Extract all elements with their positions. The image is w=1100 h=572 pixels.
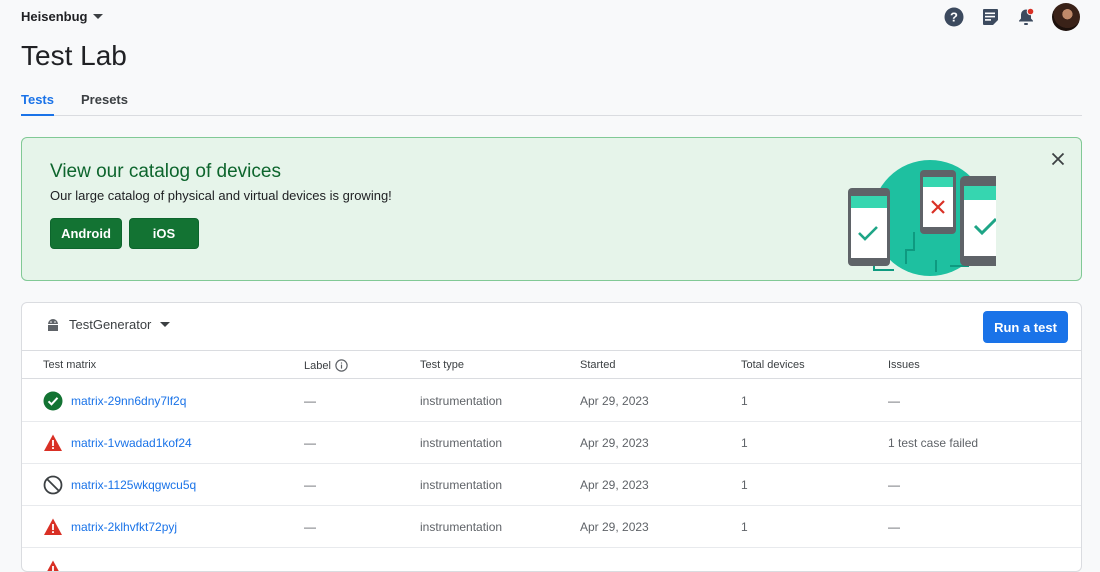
cancelled-block-icon [43,475,63,495]
run-test-button[interactable]: Run a test [983,311,1068,343]
label-cell: — [304,520,316,534]
matrix-link[interactable]: matrix-1125wkqgwcu5q [71,478,196,492]
chevron-down-icon [160,322,171,327]
test-matrices-card: TestGenerator Run a test Test matrix Lab… [21,302,1082,572]
matrix-link[interactable]: matrix-29nn6dny7lf2q [71,394,186,408]
banner-subtitle: Our large catalog of physical and virtua… [50,188,392,203]
column-header-matrix[interactable]: Test matrix [43,359,96,371]
devices-cell: 1 [741,478,748,492]
failed-warning-icon [47,560,59,571]
devices-cell: 1 [741,520,748,534]
started-cell: Apr 29, 2023 [580,394,649,408]
notifications-icon[interactable] [1014,5,1038,29]
android-icon [48,318,58,331]
table-row[interactable]: matrix-1125wkqgwcu5q — instrumentation A… [22,464,1081,506]
info-icon[interactable] [335,359,348,372]
type-cell: instrumentation [420,520,503,534]
devices-cell: 1 [741,436,748,450]
top-bar: Heisenbug ? [0,0,1100,34]
failed-warning-icon [44,518,62,535]
page-title: Test Lab [21,40,127,71]
tab-tests[interactable]: Tests [21,92,54,116]
tab-presets[interactable]: Presets [81,92,128,116]
app-name: TestGenerator [69,317,152,332]
column-header-label[interactable]: Label [304,359,348,372]
project-selector[interactable]: Heisenbug [21,9,104,24]
tab-bar: Tests Presets [21,84,1082,116]
label-cell: — [304,478,316,492]
issues-cell: — [888,478,900,492]
help-icon[interactable]: ? [942,5,966,29]
header-actions: ? [942,3,1080,31]
devices-illustration-icon [848,160,996,276]
android-button[interactable]: Android [50,218,122,249]
table-header: Test matrix Label Test type Started Tota… [22,351,1081,379]
device-catalog-banner: View our catalog of devices Our large ca… [21,137,1082,281]
project-name: Heisenbug [21,9,88,24]
type-cell: instrumentation [420,394,503,408]
table-row[interactable]: matrix-1vwadad1kof24 — instrumentation A… [22,422,1081,464]
table-row[interactable] [22,548,1081,571]
issues-cell: 1 test case failed [888,436,979,450]
started-cell: Apr 29, 2023 [580,478,649,492]
issues-cell: — [888,394,900,408]
svg-text:?: ? [950,10,958,25]
type-cell: instrumentation [420,436,503,450]
banner-title: View our catalog of devices [50,161,281,182]
issues-cell: — [888,520,900,534]
devices-cell: 1 [741,394,748,408]
close-icon[interactable] [1049,150,1067,168]
column-header-started[interactable]: Started [580,359,615,371]
label-cell: — [304,394,316,408]
app-selector[interactable]: TestGenerator [46,317,171,332]
type-cell: instrumentation [420,478,503,492]
column-header-devices[interactable]: Total devices [741,359,805,371]
chevron-down-icon [93,14,104,19]
matrix-link[interactable]: matrix-2klhvfkt72pyj [71,520,177,534]
matrix-link[interactable]: matrix-1vwadad1kof24 [71,436,192,450]
notes-icon[interactable] [978,5,1002,29]
passed-check-icon [43,391,63,411]
ios-button[interactable]: iOS [129,218,199,249]
column-header-type[interactable]: Test type [420,359,464,371]
label-cell: — [304,436,316,450]
column-header-issues[interactable]: Issues [888,359,920,371]
table-row[interactable]: matrix-29nn6dny7lf2q — instrumentation A… [22,380,1081,422]
table-row[interactable]: matrix-2klhvfkt72pyj — instrumentation A… [22,506,1081,548]
failed-warning-icon [44,434,62,451]
started-cell: Apr 29, 2023 [580,436,649,450]
card-header: TestGenerator Run a test [22,303,1081,351]
started-cell: Apr 29, 2023 [580,520,649,534]
avatar[interactable] [1052,3,1080,31]
